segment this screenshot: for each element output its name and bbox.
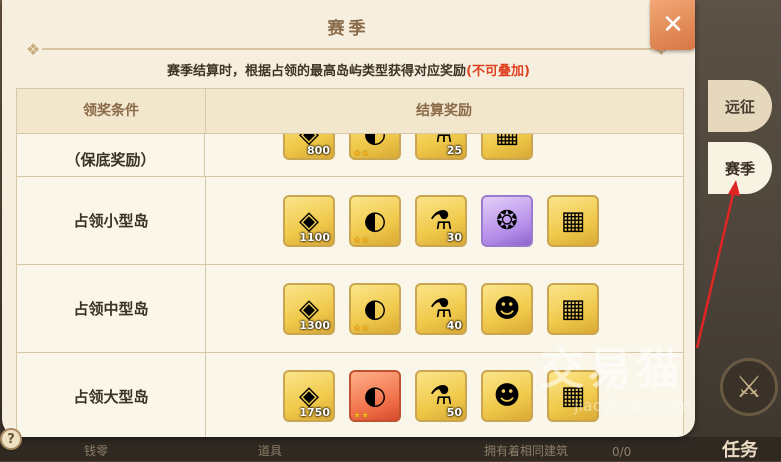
- crossed-swords-icon: ⚔: [735, 369, 763, 405]
- header-reward: 结算奖励: [416, 103, 472, 119]
- header-condition: 领奖条件: [17, 89, 206, 133]
- watermark-text: 交易猫: [540, 344, 684, 395]
- help-button[interactable]: ?: [0, 428, 22, 450]
- watermark-url: jiaoyimao.com: [574, 396, 691, 415]
- task-label: 任务: [722, 440, 758, 461]
- help-icon: ?: [7, 431, 15, 447]
- table-header: 领奖条件 结算奖励: [17, 89, 683, 134]
- task-button[interactable]: ⚔: [720, 358, 778, 416]
- watermark-logo: 交易猫: [540, 333, 684, 397]
